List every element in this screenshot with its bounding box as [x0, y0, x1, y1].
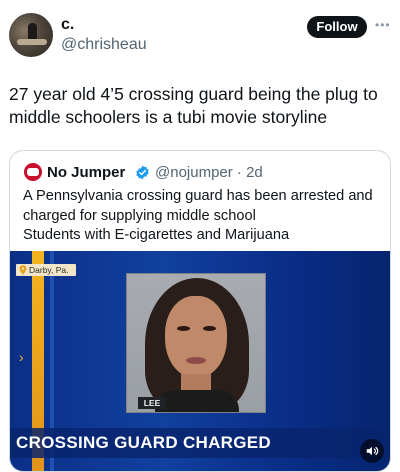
location-text: Darby, Pa.	[29, 265, 69, 275]
tweet-text: 27 year old 4’5 crossing guard being the…	[9, 84, 378, 127]
location-pin-icon	[19, 265, 27, 275]
name-tag: LEE	[138, 397, 166, 409]
follow-button[interactable]: Follow	[307, 16, 367, 38]
quoted-handle-time: @nojumper · 2d	[155, 164, 263, 181]
sound-button[interactable]	[360, 439, 384, 463]
mugshot-photo: LEE	[126, 273, 266, 413]
quoted-text-line: A Pennsylvania crossing guard has been a…	[23, 188, 373, 204]
no-jumper-logo-icon	[24, 163, 42, 181]
quoted-tweet-card[interactable]: No Jumper @nojumper · 2d A Pennsylvania …	[9, 150, 391, 472]
chevron-right-icon: ›	[19, 349, 24, 365]
author-avatar[interactable]	[9, 13, 53, 57]
author-display-name[interactable]: c.	[61, 15, 74, 35]
quoted-display-name: No Jumper	[47, 164, 126, 181]
quoted-tweet-text: A Pennsylvania crossing guard has been a…	[23, 187, 383, 246]
news-video-thumbnail[interactable]: Darby, Pa. › LEE CROSSING GUARD CHARGED	[10, 251, 390, 471]
author-handle[interactable]: @chrisheau	[61, 35, 147, 55]
verified-badge-icon	[136, 165, 149, 180]
more-horizontal-icon[interactable]: •••	[375, 18, 391, 32]
quoted-text-line: charged for supplying middle school	[23, 207, 256, 224]
quoted-text-line: Students with E-cigarettes and Marijuana	[23, 227, 290, 243]
volume-icon	[366, 446, 379, 456]
news-headline: CROSSING GUARD CHARGED	[16, 433, 272, 452]
